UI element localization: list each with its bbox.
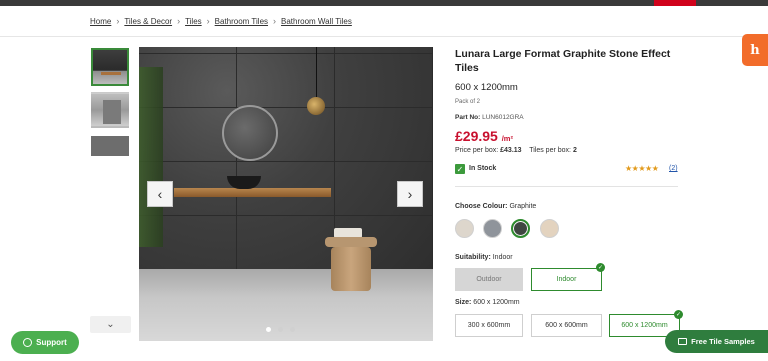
- free-samples-label: Free Tile Samples: [691, 337, 755, 346]
- image-wall: [139, 47, 433, 269]
- thumbnails-scroll-down-button[interactable]: ⌄: [90, 316, 131, 333]
- tiles-box-value: 2: [572, 147, 577, 154]
- gallery-prev-button[interactable]: ‹: [147, 181, 173, 207]
- gallery-next-button[interactable]: ›: [397, 181, 423, 207]
- check-icon: ✓: [455, 164, 465, 174]
- breadcrumb: Home › Tiles & Decor › Tiles › Bathroom …: [90, 16, 352, 26]
- breadcrumb-tiles-decor[interactable]: Tiles & Decor: [124, 17, 172, 26]
- size-selected: 600 x 1200mm: [473, 299, 520, 306]
- product-price: £29.95 /m²: [455, 128, 513, 144]
- gallery-pagination: [266, 327, 295, 332]
- size-label-title: Size:: [455, 299, 472, 306]
- image-shelf: [174, 188, 331, 197]
- chevron-right-icon: ›: [177, 16, 181, 26]
- chevron-left-icon: ‹: [157, 186, 163, 202]
- image-plant: [139, 67, 163, 247]
- chat-bubble-icon: [23, 338, 33, 347]
- gallery-dot-1[interactable]: [266, 327, 271, 332]
- chevron-down-icon: ⌄: [106, 319, 115, 330]
- image-mirror: [222, 105, 278, 161]
- price-per-box: Price per box: £43.13 Tiles per box: 2: [455, 147, 577, 154]
- top-bar: [0, 0, 768, 6]
- support-button[interactable]: Support: [11, 331, 79, 354]
- suitability-outdoor-button[interactable]: Outdoor: [455, 268, 523, 291]
- thumbnail-1[interactable]: [91, 48, 129, 86]
- check-icon: ✓: [674, 310, 683, 319]
- support-label: Support: [36, 338, 67, 347]
- top-bar-accent: [654, 0, 696, 6]
- colour-selected: Graphite: [509, 203, 537, 210]
- image-stool: [331, 247, 371, 291]
- size-option-300x600[interactable]: 300 x 600mm: [455, 314, 523, 337]
- thumbnail-3[interactable]: [91, 136, 129, 156]
- breadcrumb-bathroom-tiles[interactable]: Bathroom Tiles: [215, 17, 268, 26]
- size-label: Size: 600 x 1200mm: [455, 299, 520, 306]
- honey-extension-tab[interactable]: h: [742, 34, 768, 66]
- suitability-selected: Indoor: [492, 254, 513, 261]
- breadcrumb-home[interactable]: Home: [90, 17, 111, 26]
- suitability-indoor-button[interactable]: Indoor: [531, 268, 602, 291]
- image-pendant-wire: [316, 47, 317, 97]
- breadcrumb-tiles[interactable]: Tiles: [185, 17, 202, 26]
- thumbnail-2[interactable]: [91, 92, 129, 128]
- part-number-value: LUN6012GRA: [482, 114, 524, 121]
- breadcrumb-divider: [0, 36, 768, 37]
- part-number: Part No: LUN6012GRA: [455, 114, 524, 121]
- price-box-label: Price per box:: [455, 147, 499, 154]
- image-stool-top: [325, 237, 377, 247]
- colour-label: Choose Colour: Graphite: [455, 203, 536, 210]
- image-pendant-light: [307, 97, 325, 115]
- star-rating-icon: ★★★★★: [625, 164, 659, 173]
- suitability-label-title: Suitability:: [455, 254, 491, 261]
- product-size: 600 x 1200mm: [455, 82, 518, 93]
- price-value: £29.95: [455, 128, 498, 144]
- colour-swatch-graphite[interactable]: [511, 219, 530, 238]
- part-number-label: Part No:: [455, 114, 481, 121]
- product-main-image: [139, 47, 433, 341]
- breadcrumb-bathroom-wall-tiles[interactable]: Bathroom Wall Tiles: [281, 17, 352, 26]
- thumbnail-strip: [91, 48, 131, 162]
- stock-status: In Stock: [469, 165, 497, 172]
- product-pack: Pack of 2: [455, 99, 481, 105]
- suitability-label: Suitability: Indoor: [455, 254, 513, 261]
- colour-label-title: Choose Colour:: [455, 203, 508, 210]
- price-unit: /m²: [501, 134, 513, 143]
- colour-swatch-grey[interactable]: [483, 219, 502, 238]
- gallery-dot-2[interactable]: [278, 327, 283, 332]
- chevron-right-icon: ›: [407, 186, 413, 202]
- size-option-600x600[interactable]: 600 x 600mm: [531, 314, 602, 337]
- gallery-dot-3[interactable]: [290, 327, 295, 332]
- box-icon: [678, 338, 688, 345]
- tiles-box-label: Tiles per box:: [529, 147, 571, 154]
- colour-swatch-cream[interactable]: [540, 219, 559, 238]
- chevron-right-icon: ›: [116, 16, 120, 26]
- price-box-value: £43.13: [500, 147, 522, 154]
- chevron-right-icon: ›: [273, 16, 277, 26]
- reviews-link[interactable]: (2): [669, 165, 678, 172]
- free-samples-button[interactable]: Free Tile Samples: [665, 330, 768, 353]
- check-icon: ✓: [596, 263, 605, 272]
- product-title: Lunara Large Format Graphite Stone Effec…: [455, 48, 671, 74]
- chevron-right-icon: ›: [206, 16, 210, 26]
- info-divider: [455, 186, 678, 187]
- colour-swatch-beige[interactable]: [455, 219, 474, 238]
